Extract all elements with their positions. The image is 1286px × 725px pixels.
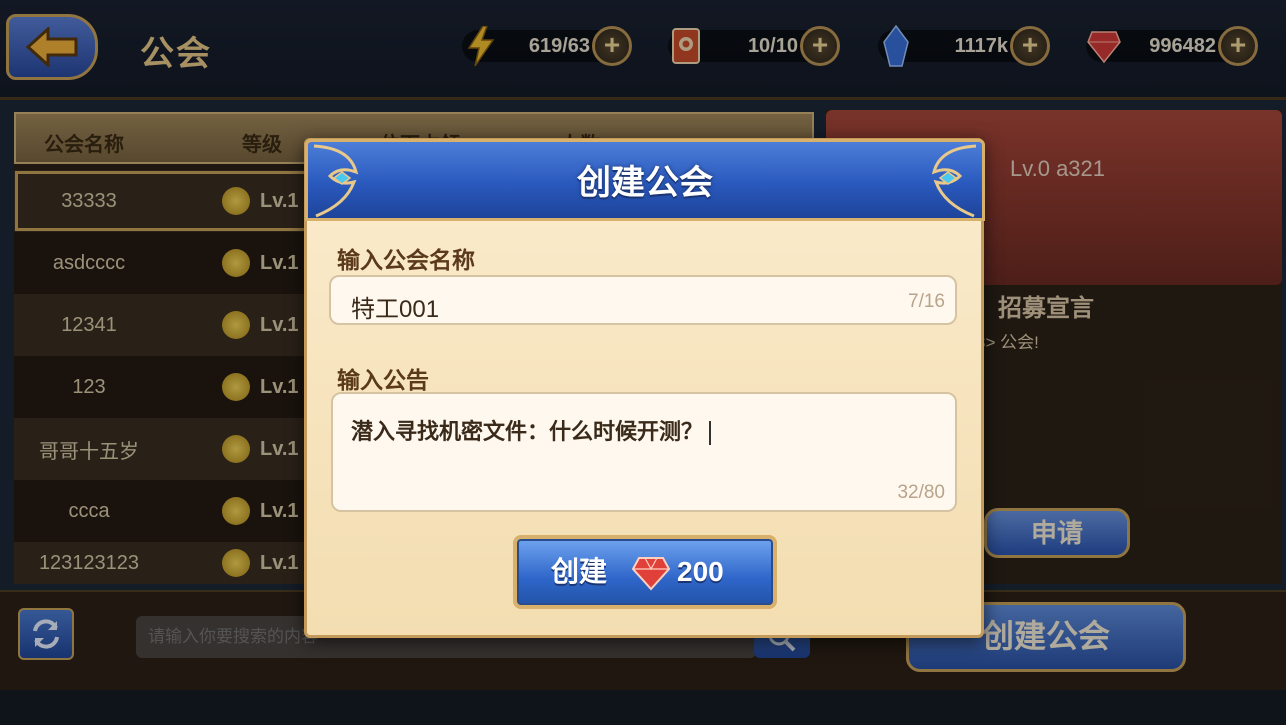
- notice-textarea[interactable]: 潜入寻找机密文件：什么时候开测？ 32/80: [331, 392, 957, 512]
- guild-name-value: 特工001: [351, 296, 440, 323]
- create-button[interactable]: 创建 200: [513, 535, 777, 609]
- dialog-title: 创建公会: [577, 164, 713, 202]
- create-button-label: 创建: [551, 556, 608, 587]
- guild-name-input[interactable]: 特工001 7/16: [329, 275, 957, 325]
- notice-counter: 32/80: [897, 482, 945, 503]
- notice-text: 潜入寻找机密文件：什么时候开测？: [351, 419, 704, 444]
- notice-label: 输入公告: [337, 367, 429, 393]
- create-cost: 200: [677, 556, 724, 587]
- notice-value: 潜入寻找机密文件：什么时候开测？: [351, 414, 712, 446]
- ruby-icon: [631, 557, 671, 591]
- guild-name-counter: 7/16: [908, 291, 945, 312]
- text-caret: [709, 421, 712, 446]
- guild-name-label: 输入公会名称: [337, 247, 475, 273]
- dialog-header: 创建公会: [305, 139, 985, 221]
- create-guild-dialog: 创建公会 输入公会名称 特工001 7/16 输入公告 潜入寻找机密文件：什么时…: [304, 138, 985, 638]
